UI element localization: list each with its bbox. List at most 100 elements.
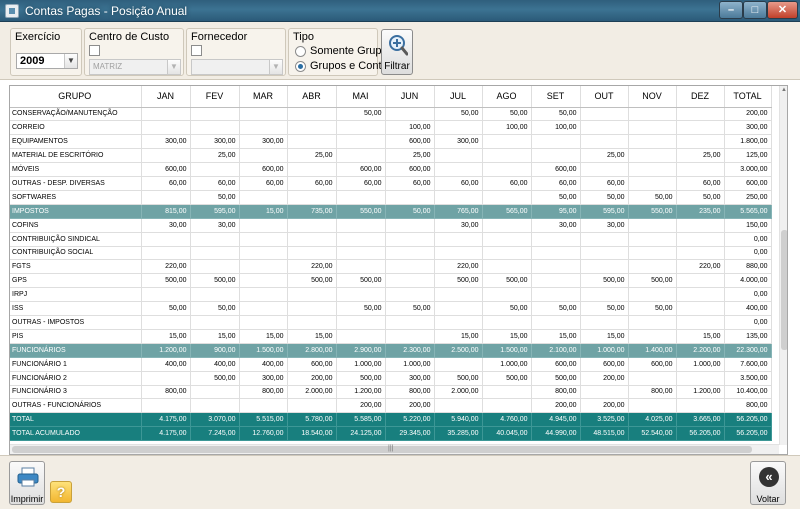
table-row[interactable]: CORREIO 100,00 100,00 100,00 300,00 xyxy=(9,120,772,136)
fornecedor-checkbox[interactable] xyxy=(191,45,202,56)
table-row[interactable]: FUNCIONÁRIO 2 500,00 300,00 200,00 500,00 300… xyxy=(9,371,772,386)
exercicio-group: Exercício 2009 ▼ xyxy=(10,28,82,76)
horizontal-scrollbar[interactable]: ||| xyxy=(10,444,779,454)
value-cell: 765,00 xyxy=(434,204,483,219)
column-header-fev[interactable]: FEV xyxy=(190,85,240,108)
column-header-nov[interactable]: NOV xyxy=(628,85,677,108)
horizontal-scroll-thumb[interactable] xyxy=(12,446,752,453)
column-header-dez[interactable]: DEZ xyxy=(676,85,725,108)
help-icon[interactable]: ? xyxy=(50,481,72,503)
maximize-button[interactable]: □ xyxy=(743,1,767,19)
data-grid[interactable]: GRUPO JAN FEV MAR ABR MAI JUN JUL AGO SET OUT NOV DE… xyxy=(9,85,788,455)
value-cell: 1.200,00 xyxy=(336,385,386,400)
column-header-set[interactable]: SET xyxy=(531,85,581,108)
chevron-down-icon[interactable]: ▼ xyxy=(167,60,180,74)
value-cell xyxy=(531,315,581,330)
value-cell: 3.000,00 xyxy=(724,162,772,177)
filter-button[interactable]: Filtrar xyxy=(381,29,413,75)
table-row[interactable]: IRPJ 0,00 xyxy=(9,287,772,303)
column-header-abr[interactable]: ABR xyxy=(287,85,337,108)
value-cell xyxy=(287,218,337,233)
value-cell: 800,00 xyxy=(385,385,435,400)
value-cell xyxy=(239,246,288,261)
grupo-cell: PIS xyxy=(9,329,142,344)
value-cell: 500,00 xyxy=(287,273,337,289)
table-row[interactable]: PIS 15,00 15,00 15,00 15,00 15,00 15,00 15,00 15… xyxy=(9,329,772,344)
vertical-scrollbar[interactable]: ▲ xyxy=(779,86,788,445)
value-cell: 15,00 xyxy=(239,204,288,219)
group-row[interactable]: FUNCIONÁRIOS 1.200,00 900,00 1.500,00 2.800,… xyxy=(9,343,772,358)
column-header-jun[interactable]: JUN xyxy=(385,85,435,108)
value-cell: 600,00 xyxy=(385,162,435,177)
centro-custo-checkbox[interactable] xyxy=(89,45,100,56)
print-button[interactable]: Imprimir xyxy=(9,461,45,505)
value-cell: 95,00 xyxy=(531,204,581,219)
back-button[interactable]: « Voltar xyxy=(750,461,786,505)
value-cell: 50,00 xyxy=(190,190,240,205)
column-header-mai[interactable]: MAI xyxy=(336,85,386,108)
table-row[interactable]: EQUIPAMENTOS 300,00 300,00 300,00 600,00 300,… xyxy=(9,134,772,150)
value-cell xyxy=(676,301,725,316)
column-header-out[interactable]: OUT xyxy=(580,85,629,108)
window-title: Contas Pagas - Posição Anual xyxy=(25,4,188,18)
value-cell: 15,00 xyxy=(531,329,581,344)
value-cell xyxy=(239,190,288,205)
table-row[interactable]: FUNCIONÁRIO 3 800,00 800,00 2.000,00 1.200,0… xyxy=(9,385,772,400)
value-cell xyxy=(239,273,288,289)
value-cell: 50,00 xyxy=(628,190,677,205)
table-row[interactable]: MÓVEIS 600,00 600,00 600,00 600,00 600,00 3.00… xyxy=(9,162,772,177)
close-button[interactable]: ✕ xyxy=(767,1,798,19)
value-cell: 600,00 xyxy=(531,162,581,177)
column-header-ago[interactable]: AGO xyxy=(482,85,532,108)
table-row[interactable]: OUTRAS - DESP. DIVERSAS 60,00 60,00 60,00 60… xyxy=(9,176,772,191)
scroll-up-icon[interactable]: ▲ xyxy=(781,87,787,93)
total-row[interactable]: TOTAL ACUMULADO 4.175,00 7.245,00 12.760,00… xyxy=(9,426,772,442)
grupo-cell: CONTRIBUIÇÃO SOCIAL xyxy=(9,246,142,261)
radio-somente-grupos-dot[interactable] xyxy=(295,46,306,57)
table-row[interactable]: GPS 500,00 500,00 500,00 500,00 500,00 500,00 5… xyxy=(9,273,772,289)
vertical-scroll-thumb[interactable] xyxy=(781,230,788,350)
print-button-label: Imprimir xyxy=(10,494,44,504)
chevron-down-icon[interactable]: ▼ xyxy=(64,54,77,68)
column-header-total[interactable]: TOTAL xyxy=(724,85,772,108)
value-cell xyxy=(628,232,677,247)
value-cell xyxy=(190,246,240,261)
value-cell xyxy=(676,246,725,261)
value-cell xyxy=(628,176,677,191)
value-cell: 0,00 xyxy=(724,287,772,303)
value-cell xyxy=(628,148,677,164)
minimize-button[interactable]: – xyxy=(719,1,743,19)
value-cell xyxy=(482,246,532,261)
table-row[interactable]: CONTRIBUIÇÃO SOCIAL 0,00 xyxy=(9,246,772,261)
column-header-jan[interactable]: JAN xyxy=(141,85,191,108)
column-header-grupo[interactable]: GRUPO xyxy=(9,85,142,108)
grupo-cell: TOTAL xyxy=(9,412,142,428)
table-row[interactable]: ISS 50,00 50,00 50,00 50,00 50,00 50,00 50,00 50… xyxy=(9,301,772,316)
exercicio-select[interactable]: 2009 ▼ xyxy=(16,53,78,69)
app-icon xyxy=(5,4,19,18)
chevron-down-icon[interactable]: ▼ xyxy=(269,60,282,74)
column-header-mar[interactable]: MAR xyxy=(239,85,288,108)
value-cell: 60,00 xyxy=(482,176,532,191)
table-row[interactable]: CONSERVAÇÃO/MANUTENÇÃO 50,00 50,00 50,00 50,… xyxy=(9,107,772,122)
table-row[interactable]: COFINS 30,00 30,00 30,00 30,00 30,00 150,00 xyxy=(9,218,772,233)
value-cell xyxy=(141,246,191,261)
value-cell: 400,00 xyxy=(190,357,240,372)
table-row[interactable]: OUTRAS - FUNCIONÁRIOS 200,00 200,00 200,00 2… xyxy=(9,398,772,414)
radio-grupos-e-contas-dot[interactable] xyxy=(295,61,306,72)
table-row[interactable]: FUNCIONÁRIO 1 400,00 400,00 400,00 600,00 1.0… xyxy=(9,357,772,372)
value-cell: 1.500,00 xyxy=(482,343,532,358)
table-row[interactable]: CONTRIBUIÇÃO SINDICAL 0,00 xyxy=(9,232,772,247)
fornecedor-select[interactable]: ▼ xyxy=(191,59,283,75)
table-row[interactable]: MATERIAL DE ESCRITÓRIO 25,00 25,00 25,00 25,… xyxy=(9,148,772,164)
centro-custo-select[interactable]: MATRIZ ▼ xyxy=(89,59,181,75)
total-row[interactable]: TOTAL 4.175,00 3.070,00 5.515,00 5.780,00 5.5… xyxy=(9,412,772,428)
column-header-jul[interactable]: JUL xyxy=(434,85,483,108)
printer-icon xyxy=(17,467,39,487)
value-cell: 7.600,00 xyxy=(724,357,772,372)
table-row[interactable]: SOFTWARES 50,00 50,00 50,00 50,00 50,00 250,00 xyxy=(9,190,772,205)
table-row[interactable]: FGTS 220,00 220,00 220,00 220,00 880,00 xyxy=(9,259,772,275)
table-row[interactable]: OUTRAS - IMPOSTOS 0,00 xyxy=(9,315,772,330)
group-row[interactable]: IMPOSTOS 815,00 595,00 15,00 735,00 550,00 50,… xyxy=(9,204,772,219)
value-cell: 50,00 xyxy=(676,190,725,205)
